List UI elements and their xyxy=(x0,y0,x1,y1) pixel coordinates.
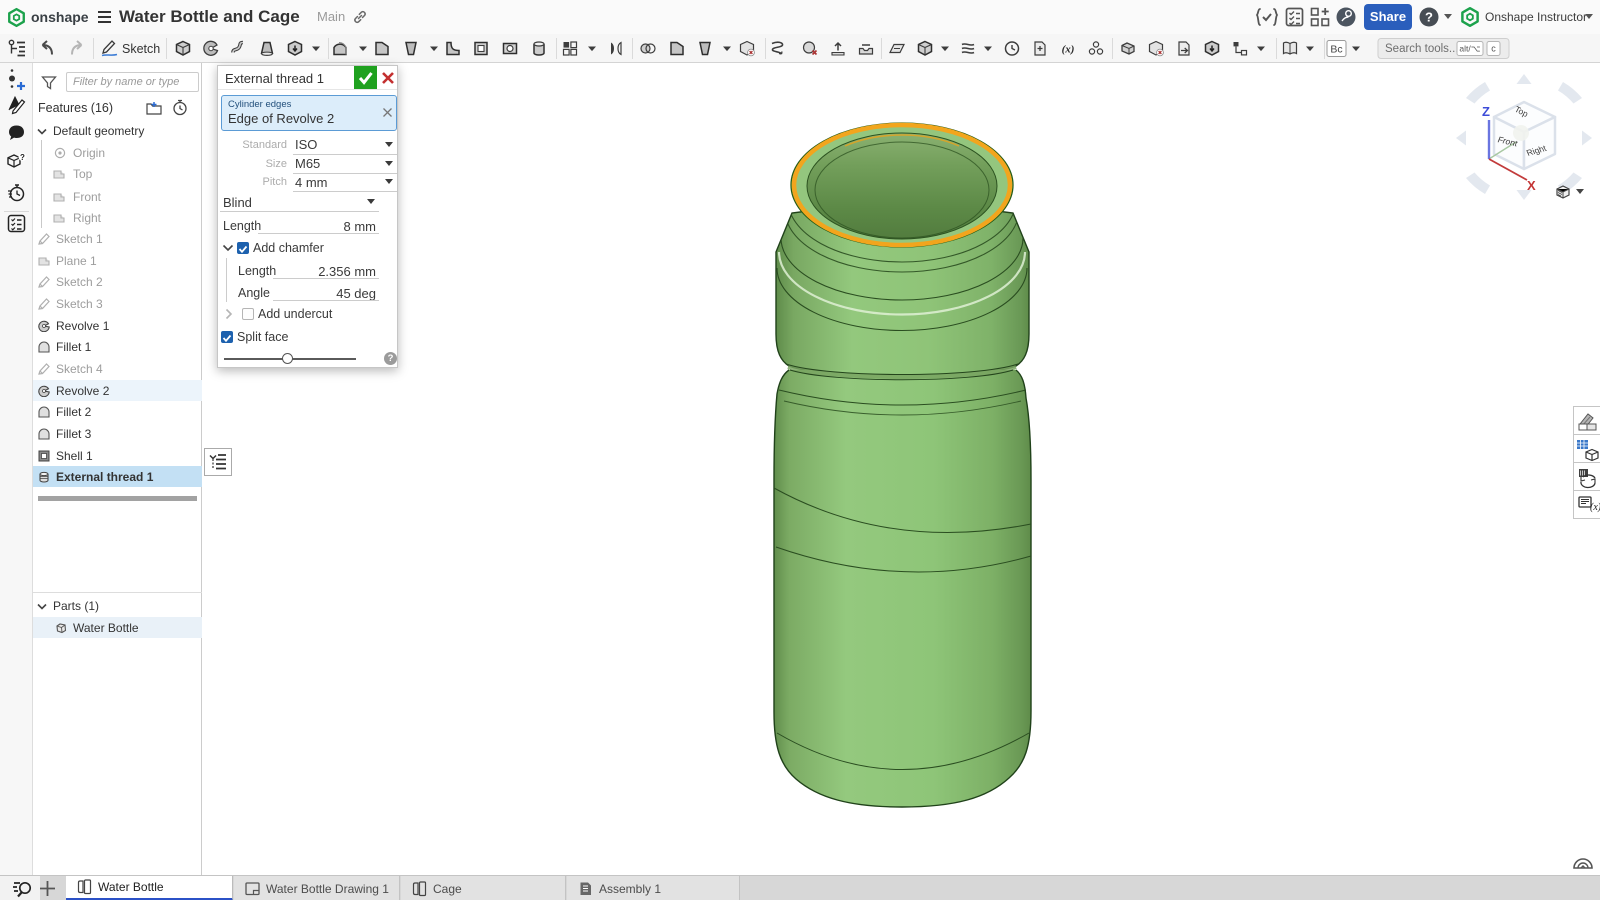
svg-text:Z: Z xyxy=(1482,104,1490,119)
svg-text:X: X xyxy=(1527,178,1536,193)
svg-text:(x): (x) xyxy=(1590,502,1600,513)
